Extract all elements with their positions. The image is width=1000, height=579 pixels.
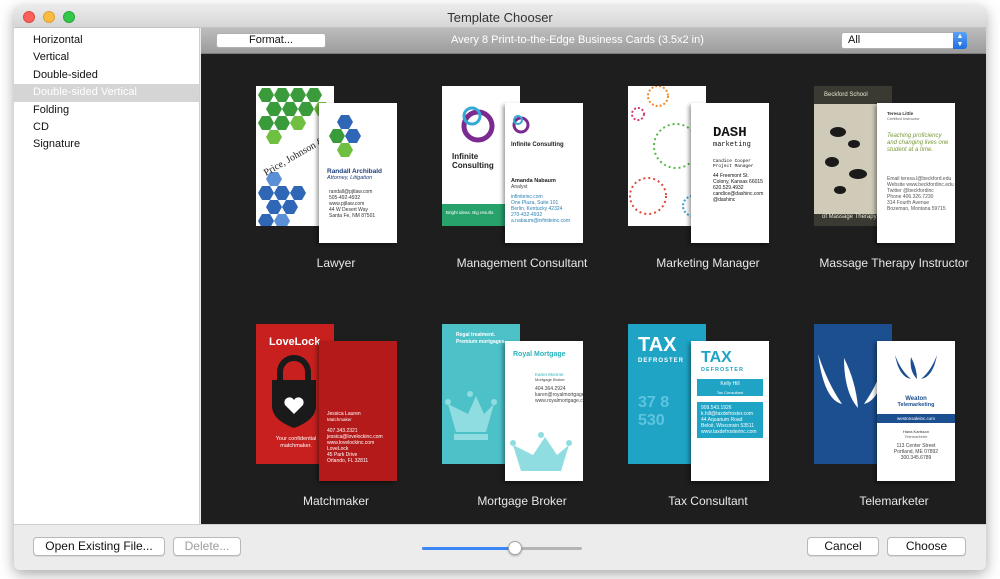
telemarketer-contact-lines: 113 Center Street Portland, ME 07892 300.3… [877, 443, 955, 461]
paper-format-title: Avery 8 Print-to-the-Edge Business Cards… [451, 34, 704, 46]
card-front-image: TAX DEFROSTER Kelly Hill Tax Consultant … [691, 341, 769, 481]
format-button[interactable]: Format... [216, 33, 326, 48]
management-brand-front: Infinite Consulting [511, 142, 564, 148]
filter-select-value: All [848, 34, 861, 46]
category-sidebar: Horizontal Vertical Double-sided Double-sid… [14, 28, 200, 524]
tax-contact-lines: 909.543.1926 k.hill@taxdefroster.com 44 Aq… [697, 402, 763, 438]
template-tile-mortgage-broker[interactable]: Regal treatment. Premium mortgages. Roya… [432, 324, 612, 544]
tax-numbers-decoration: 37 8 530 [638, 394, 670, 429]
tax-person-name: Kelly Hill [697, 379, 763, 389]
card-front-image: DASH marketing Candice Cooper Project Ma… [691, 103, 769, 243]
zoom-slider-fill [422, 547, 515, 550]
lawyer-person-role: Attorney, Litigation [327, 175, 373, 181]
matchmaker-contact-lines: 407.343.2321 jessica@lovelockinc.com www.l… [319, 428, 397, 464]
contact-line: Bozeman, Montana 59715 [887, 206, 946, 212]
matchmaker-person-role: Matchmaker [327, 417, 352, 422]
contact-line: 300.345.6789 [900, 455, 932, 461]
tax-brand-sub-front: DEFROSTER [701, 367, 744, 373]
contact-line: @dashinc [713, 197, 736, 203]
tax-brand-back: TAX [638, 334, 677, 356]
lawyer-contact-lines: randall@pjtlaw.com 505-492-4932 www.pjtlaw… [319, 189, 397, 219]
crown-icon [510, 432, 572, 471]
template-name-massage-therapy-instructor: Massage Therapy Instructor [819, 256, 969, 270]
management-brand-back: Infinite Consulting [452, 152, 494, 170]
contact-line: Orlando, FL 32811 [327, 458, 369, 464]
window-title: Template Chooser [447, 10, 553, 25]
massage-brand: Beckford School [824, 92, 868, 98]
template-grid: Price, Johnson & Turner Randall Archibal… [201, 54, 986, 524]
card-front-image: Royal Mortgage Karen Monroe Mortgage Bro… [505, 341, 583, 481]
contact-line: a.nabaum@infiniteinc.com [511, 218, 570, 224]
choose-button[interactable]: Choose [887, 537, 966, 556]
marketing-brand-sub: marketing [713, 141, 751, 149]
title-bar: Template Chooser [14, 6, 986, 28]
marketing-brand: DASH [713, 125, 747, 141]
template-tile-marketing-manager[interactable]: DASH marketing Candice Cooper Project Ma… [618, 86, 798, 306]
delete-button[interactable]: Delete... [173, 537, 241, 556]
card-front-image: Teresa Little Certified Instructor Teach… [877, 103, 955, 243]
zoom-slider[interactable] [422, 541, 582, 555]
massage-person-name: Teresa Little [887, 111, 914, 116]
telemarketer-url: westonsaleinc.com [877, 414, 955, 423]
card-front-image: Randall Archibald Attorney, Litigation r… [319, 103, 397, 243]
tax-brand-sub-back: DEFROSTER [638, 358, 685, 364]
sidebar-item-signature[interactable]: Signature [14, 136, 199, 153]
open-existing-file-button[interactable]: Open Existing File... [33, 537, 165, 556]
updown-arrows-icon: ▲ ▼ [953, 32, 967, 49]
telemarketer-person-role: Telemarketer [904, 434, 928, 439]
card-front-image: Infinite Consulting Amanda Nabaum Analys… [505, 103, 583, 243]
sidebar-item-vertical[interactable]: Vertical [14, 49, 199, 66]
mortgage-person-role: Mortgage Broker [535, 377, 565, 382]
contact-line: Santa Fe, NM 87501 [329, 213, 376, 219]
zoom-slider-knob[interactable] [507, 541, 522, 555]
template-chooser-window: Template Chooser Horizontal Vertical Doubl… [14, 6, 986, 570]
telemarketer-brand-sub: Telemarketing [897, 402, 935, 408]
sidebar-item-horizontal[interactable]: Horizontal [14, 32, 199, 49]
mortgage-brand: Royal Mortgage [513, 351, 566, 358]
contact-line: www.royalmortgage.com [535, 398, 583, 404]
tax-person-role: Tax Consultant [697, 389, 763, 396]
sidebar-item-double-sided[interactable]: Double-sided [14, 67, 199, 84]
lawyer-person-name: Randall Archibald [327, 168, 383, 175]
mortgage-person-name: Karen Monroe [535, 372, 564, 377]
template-tile-tax-consultant[interactable]: TAX DEFROSTER 37 8 530 TAX DEFROSTER Kell… [618, 324, 798, 544]
infinite-rings-logo-icon [512, 115, 530, 134]
bottom-button-bar: Open Existing File... Delete... Cancel C… [14, 524, 986, 570]
filter-select[interactable]: All ▲ ▼ [841, 32, 967, 49]
template-tile-matchmaker[interactable]: LoveLock Your confidential matchmaker. J… [246, 324, 426, 544]
massage-brand-sub: of Massage Therapy [822, 214, 877, 220]
marketing-person-role: Project Manager [713, 164, 754, 169]
template-tile-telemarketer[interactable]: Weaton Telemarketing westonsaleinc.com H… [804, 324, 984, 544]
cancel-button[interactable]: Cancel [807, 537, 879, 556]
card-front-image: Weaton Telemarketing westonsaleinc.com H… [877, 341, 955, 481]
massage-quote: Teaching proficiency and changing lives … [887, 133, 949, 153]
category-list: Horizontal Vertical Double-sided Double-sid… [14, 32, 199, 154]
sidebar-item-double-sided-vertical[interactable]: Double-sided Vertical [14, 84, 199, 102]
massage-contact-lines: Email teresa.l@beckford.edu Website www.b… [877, 176, 955, 212]
management-contact-lines: infiniteinc.com One Plaza, Suite 101 Berli… [505, 194, 583, 224]
wing-logo-icon [895, 355, 937, 379]
sidebar-item-folding[interactable]: Folding [14, 102, 199, 119]
management-person-role: Analyst [511, 184, 528, 190]
contact-line: www.taxdefrosterinc.com [701, 429, 757, 435]
format-bar: Format... Avery 8 Print-to-the-Edge Busi… [201, 28, 986, 54]
hexagon-logo-icon [329, 115, 361, 157]
matchmaker-person-name: Jessica Lauren [327, 411, 361, 417]
sidebar-item-cd[interactable]: CD [14, 119, 199, 136]
tax-brand-front: TAX [701, 349, 732, 366]
marketing-contact-lines: 44 Freemont St. Colony, Kansas 66015 620.5… [691, 173, 769, 203]
template-tile-management-consultant[interactable]: Infinite Consulting Bright ideas. Big re… [432, 86, 612, 306]
template-name-telemarketer: Telemarketer [859, 494, 929, 508]
template-tile-massage-therapy-instructor[interactable]: Beckford School of Massage Therapy Teres… [804, 86, 984, 306]
template-tile-lawyer[interactable]: Price, Johnson & Turner Randall Archibal… [246, 86, 426, 306]
card-front-image: Jessica Lauren Matchmaker 407.343.2321 je… [319, 341, 397, 481]
mortgage-contact-lines: 404.364.2924karen@royalmortgage.comwww.r… [505, 386, 583, 404]
